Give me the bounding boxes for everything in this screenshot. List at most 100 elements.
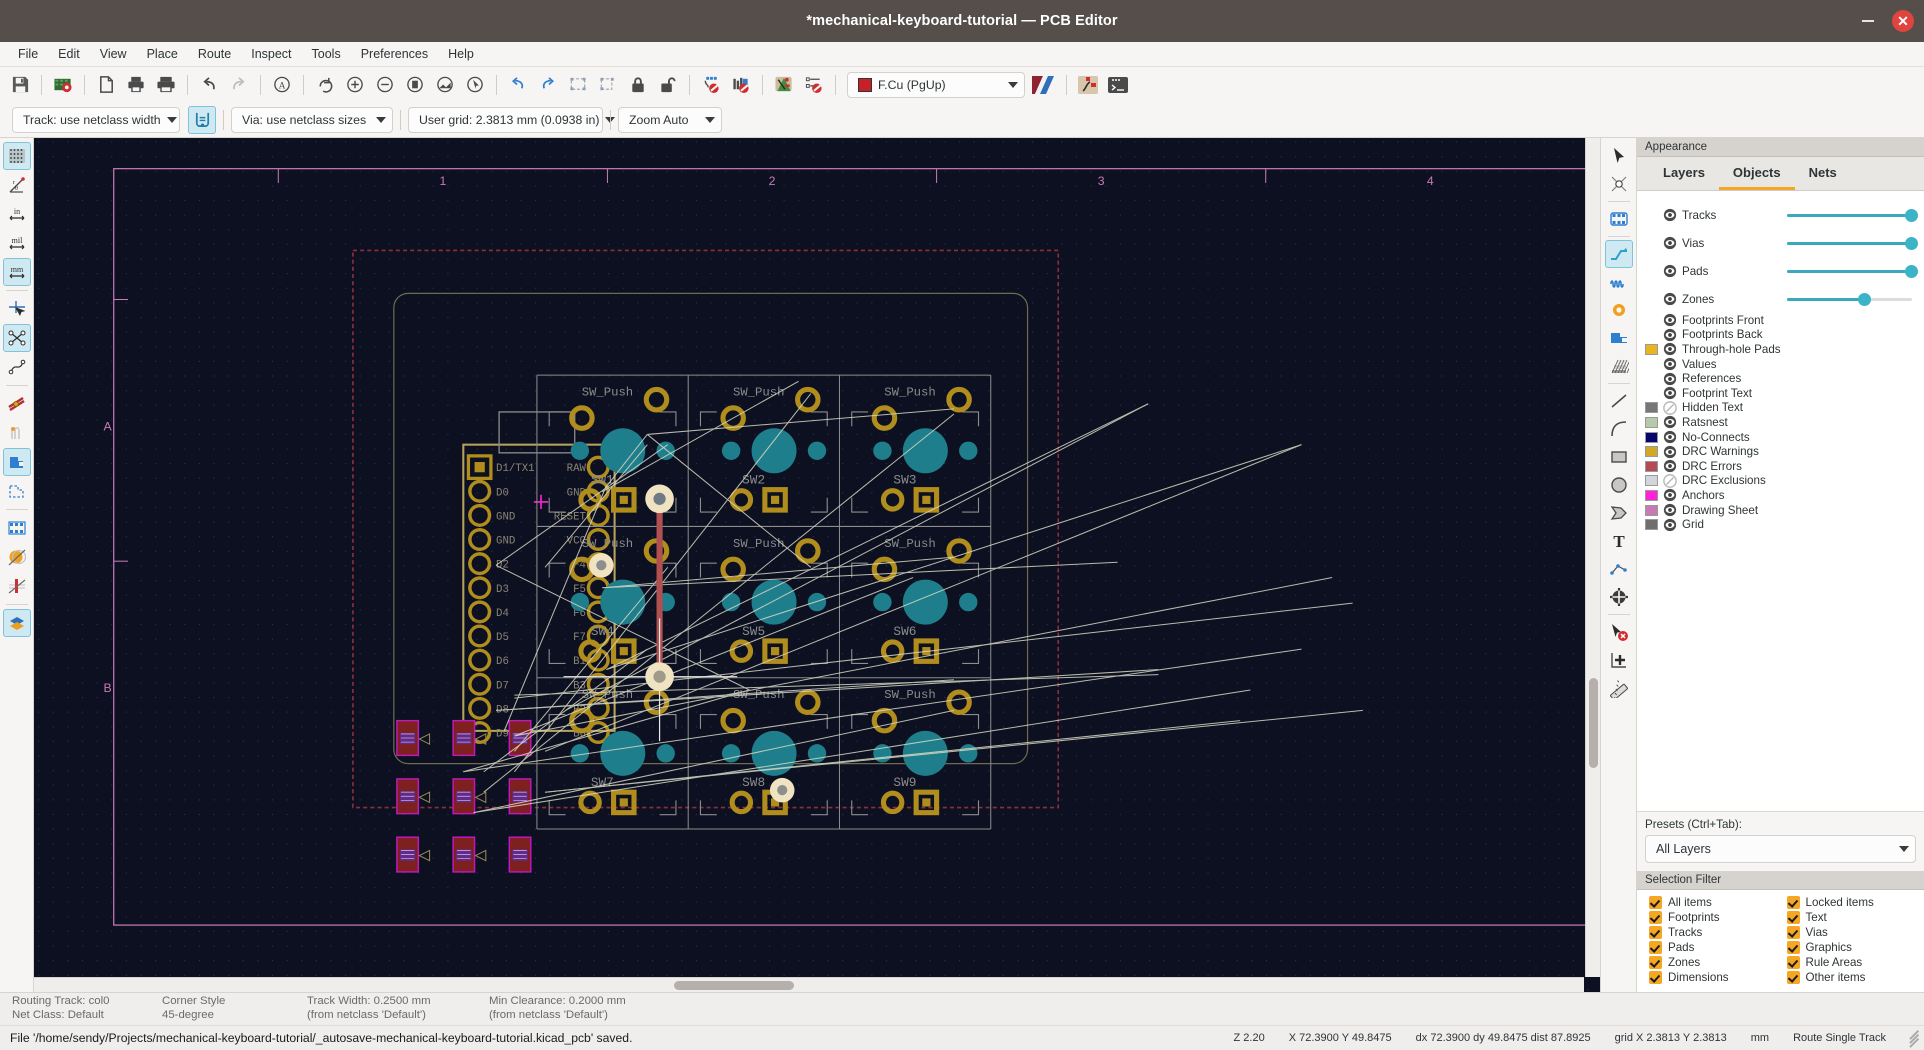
menu-tools[interactable]: Tools xyxy=(302,44,351,64)
filter-pads[interactable]: Pads xyxy=(1649,941,1787,954)
add-drill-origin-icon[interactable] xyxy=(1605,583,1633,611)
object-row[interactable]: Vias xyxy=(1637,229,1924,257)
filter-text[interactable]: Text xyxy=(1787,911,1924,924)
add-zone-icon[interactable] xyxy=(1605,324,1633,352)
checkbox[interactable] xyxy=(1787,941,1800,954)
ungroup-icon[interactable] xyxy=(594,71,622,99)
object-row[interactable]: Hidden Text xyxy=(1637,401,1924,416)
object-row[interactable]: Footprints Back xyxy=(1637,328,1924,343)
menu-edit[interactable]: Edit xyxy=(48,44,90,64)
eye-icon[interactable] xyxy=(1663,292,1677,306)
pcb-drawing[interactable]: 1234ABD1/TX1RAWD0GNDGNDRESETGNDVCCD2F4D3… xyxy=(34,138,1600,992)
filter-rule-areas[interactable]: Rule Areas xyxy=(1787,956,1924,969)
pcb-canvas[interactable]: 1234ABD1/TX1RAWD0GNDGNDRESETGNDVCCD2F4D3… xyxy=(34,138,1600,992)
units-inches-icon[interactable]: in xyxy=(3,200,31,228)
object-row[interactable]: Anchors xyxy=(1637,488,1924,503)
filter-zones[interactable]: Zones xyxy=(1649,956,1787,969)
color-swatch[interactable] xyxy=(1645,461,1658,472)
units-mils-icon[interactable]: mil xyxy=(3,229,31,257)
eye-icon[interactable] xyxy=(1663,357,1677,371)
show-footprint-ratsnest-icon[interactable] xyxy=(727,71,755,99)
lock-icon[interactable] xyxy=(624,71,652,99)
draw-circle-icon[interactable] xyxy=(1605,471,1633,499)
color-swatch[interactable] xyxy=(1645,475,1658,486)
show-ratsnest-icon[interactable] xyxy=(3,324,31,352)
checkbox[interactable] xyxy=(1787,911,1800,924)
eye-icon[interactable] xyxy=(1663,445,1677,459)
board-setup-icon[interactable] xyxy=(49,71,77,99)
menu-place[interactable]: Place xyxy=(137,44,188,64)
eye-icon[interactable] xyxy=(1663,328,1677,342)
layer-pair-icon[interactable] xyxy=(1027,71,1059,99)
object-row[interactable]: Ratsnest xyxy=(1637,415,1924,430)
route-tracks-icon[interactable] xyxy=(1605,240,1633,268)
find-icon[interactable]: A xyxy=(268,71,296,99)
object-row[interactable]: Pads xyxy=(1637,257,1924,285)
color-swatch[interactable] xyxy=(1645,505,1658,516)
add-via-icon[interactable] xyxy=(1605,296,1633,324)
flip-board-icon[interactable] xyxy=(504,71,532,99)
draw-rectangle-icon[interactable] xyxy=(1605,443,1633,471)
object-row[interactable]: DRC Warnings xyxy=(1637,444,1924,459)
filter-vias[interactable]: Vias xyxy=(1787,926,1924,939)
close-button[interactable]: ✕ xyxy=(1892,10,1914,32)
zoom-selection-icon[interactable] xyxy=(461,71,489,99)
checkbox[interactable] xyxy=(1649,941,1662,954)
draw-arc-icon[interactable] xyxy=(1605,415,1633,443)
tune-length-icon[interactable] xyxy=(1605,268,1633,296)
redo-icon[interactable] xyxy=(225,71,253,99)
menu-help[interactable]: Help xyxy=(438,44,484,64)
draw-polygon-icon[interactable] xyxy=(1605,499,1633,527)
page-settings-icon[interactable] xyxy=(92,71,120,99)
track-width-combo[interactable]: Track: use netclass width xyxy=(12,107,180,133)
color-swatch[interactable] xyxy=(1645,344,1658,355)
object-row[interactable]: Drawing Sheet xyxy=(1637,503,1924,518)
checkbox[interactable] xyxy=(1787,926,1800,939)
tab-layers[interactable]: Layers xyxy=(1649,157,1719,190)
filter-footprints[interactable]: Footprints xyxy=(1649,911,1787,924)
hscroll-thumb[interactable] xyxy=(674,981,794,990)
select-cursor-icon[interactable] xyxy=(1605,142,1633,170)
object-row[interactable]: Values xyxy=(1637,357,1924,372)
zone-outline-icon[interactable] xyxy=(3,572,31,600)
eye-icon[interactable] xyxy=(1663,415,1677,429)
refresh-icon[interactable] xyxy=(311,71,339,99)
eye-icon[interactable] xyxy=(1663,430,1677,444)
resize-grip-icon[interactable] xyxy=(1906,1031,1920,1045)
polar-coords-icon[interactable]: rθ xyxy=(3,171,31,199)
units-mm-icon[interactable]: mm xyxy=(3,258,31,286)
zoom-combo[interactable]: Zoom Auto xyxy=(618,107,722,133)
unlock-icon[interactable] xyxy=(654,71,682,99)
save-icon[interactable] xyxy=(6,71,34,99)
filter-locked-items[interactable]: Locked items xyxy=(1787,896,1924,909)
sketch-text-icon[interactable] xyxy=(3,514,31,542)
color-swatch[interactable] xyxy=(1645,402,1658,413)
full-crosshair-icon[interactable] xyxy=(3,295,31,323)
zoom-in-icon[interactable] xyxy=(341,71,369,99)
add-dimension-icon[interactable] xyxy=(1605,555,1633,583)
eye-icon[interactable] xyxy=(1663,474,1677,488)
eye-icon[interactable] xyxy=(1663,488,1677,502)
vscroll-thumb[interactable] xyxy=(1589,678,1598,768)
object-row[interactable]: Through-hole Pads xyxy=(1637,342,1924,357)
eye-icon[interactable] xyxy=(1663,459,1677,473)
add-rule-area-icon[interactable] xyxy=(1605,352,1633,380)
object-row[interactable]: DRC Exclusions xyxy=(1637,474,1924,489)
vertical-scrollbar[interactable] xyxy=(1585,138,1600,977)
zoom-fit-objects-icon[interactable] xyxy=(431,71,459,99)
opacity-slider[interactable] xyxy=(1787,264,1912,278)
tab-objects[interactable]: Objects xyxy=(1719,157,1795,190)
draw-line-icon[interactable] xyxy=(1605,387,1633,415)
eye-icon[interactable] xyxy=(1663,386,1677,400)
eye-icon[interactable] xyxy=(1663,401,1677,415)
plot-icon[interactable] xyxy=(152,71,180,99)
curved-ratsnest-icon[interactable] xyxy=(3,353,31,381)
menu-preferences[interactable]: Preferences xyxy=(351,44,438,64)
object-row[interactable]: Grid xyxy=(1637,517,1924,532)
opacity-slider[interactable] xyxy=(1787,292,1912,306)
menu-view[interactable]: View xyxy=(90,44,137,64)
toggle-grid-icon[interactable] xyxy=(3,142,31,170)
checkbox[interactable] xyxy=(1787,896,1800,909)
auto-track-width-icon[interactable] xyxy=(188,106,216,134)
eye-icon[interactable] xyxy=(1663,236,1677,250)
